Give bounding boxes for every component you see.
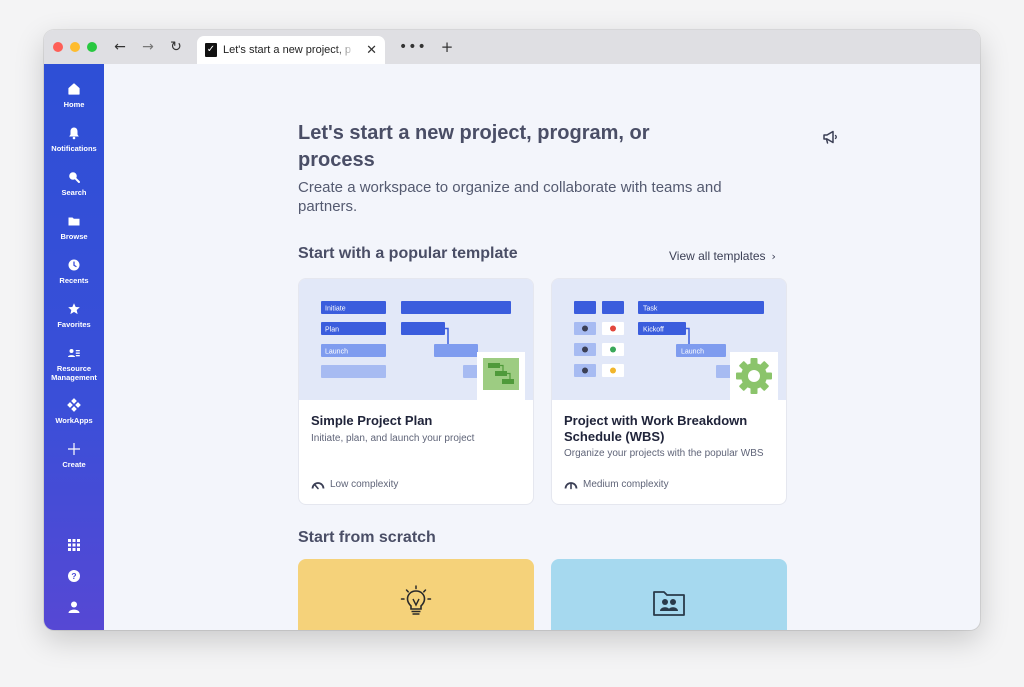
sidebar-item-workapps[interactable]: WorkApps	[44, 398, 104, 425]
help-icon: ?	[68, 570, 80, 582]
workapps-icon	[67, 398, 81, 412]
art-label-task: Task	[643, 306, 658, 313]
reload-icon[interactable]: ↻	[167, 38, 185, 56]
page-subtitle: Create a workspace to organize and colla…	[298, 179, 722, 215]
star-icon	[68, 303, 80, 315]
sidebar-item-label: Home	[63, 100, 85, 109]
page-title: Let's start a new project, program, or p…	[298, 122, 650, 171]
art-label-launch-wbs: Launch	[681, 349, 704, 356]
view-all-label: View all templates	[669, 249, 766, 263]
browser-titlebar: ← → ↻ ✓ Let's start a new project, p ✕ •…	[44, 30, 980, 64]
plus-icon	[68, 443, 80, 455]
gauge-medium-icon	[564, 481, 578, 489]
complexity-label: Low complexity	[330, 479, 399, 490]
scratch-card-process[interactable]	[298, 559, 534, 630]
browser-tab-active[interactable]: ✓ Let's start a new project, p ✕	[197, 36, 385, 64]
sidebar-item-label: Create	[62, 460, 86, 469]
sidebar-item-create[interactable]: Create	[44, 442, 104, 469]
apps-grid-icon	[68, 539, 80, 551]
sidebar-account[interactable]	[44, 600, 104, 614]
lightbulb-icon	[400, 585, 432, 615]
sidebar-item-search[interactable]: Search	[44, 170, 104, 197]
art-label-launch: Launch	[325, 349, 348, 356]
account-icon	[68, 601, 80, 613]
complexity-indicator: Low complexity	[311, 479, 398, 490]
search-icon	[69, 172, 80, 183]
complexity-label: Medium complexity	[583, 479, 669, 490]
tab-title: Let's start a new project, p	[223, 44, 352, 56]
bell-icon	[69, 127, 79, 140]
main-content: Let's start a new project, program, or p…	[104, 64, 980, 630]
close-window-button[interactable]	[53, 42, 63, 52]
browser-window: ← → ↻ ✓ Let's start a new project, p ✕ •…	[44, 30, 980, 630]
sidebar-item-label: Search	[61, 188, 87, 197]
sidebar-item-label: Notifications	[51, 144, 97, 153]
sidebar-item-recents[interactable]: Recents	[44, 258, 104, 285]
sidebar-item-label: Resource Management	[51, 364, 97, 382]
sidebar: Home Notifications Search Browse Recents…	[44, 64, 104, 630]
megaphone-icon[interactable]	[821, 128, 839, 146]
template-description: Organize your projects with the popular …	[564, 448, 764, 459]
gantt-illustration: Initiate Plan Launch	[299, 279, 533, 400]
art-label-kickoff: Kickoff	[643, 327, 664, 334]
maximize-window-button[interactable]	[87, 42, 97, 52]
popular-template-heading: Start with a popular template	[298, 245, 518, 262]
sidebar-apps-grid[interactable]	[44, 538, 104, 552]
back-icon[interactable]: ←	[111, 38, 129, 56]
art-label-plan: Plan	[325, 327, 339, 334]
template-card-wbs[interactable]: Task Kickoff Launch Project with Work Br…	[551, 278, 787, 505]
sidebar-item-notifications[interactable]: Notifications	[44, 126, 104, 153]
home-icon	[68, 83, 80, 95]
shared-folder-icon	[653, 591, 685, 616]
sidebar-item-resource-management[interactable]: Resource Management	[44, 346, 104, 382]
sidebar-item-label: WorkApps	[55, 416, 93, 425]
sidebar-item-favorites[interactable]: Favorites	[44, 302, 104, 329]
new-tab-icon[interactable]: +	[441, 38, 454, 56]
sidebar-item-browse[interactable]: Browse	[44, 214, 104, 241]
window-controls	[53, 42, 97, 52]
art-label-initiate: Initiate	[325, 306, 346, 313]
folder-icon	[68, 217, 80, 226]
template-title: Simple Project Plan	[311, 413, 433, 428]
minimize-window-button[interactable]	[70, 42, 80, 52]
more-tabs-icon[interactable]: •••	[399, 39, 427, 55]
svg-text:?: ?	[71, 571, 76, 581]
view-all-templates-link[interactable]: View all templates ›	[669, 249, 776, 263]
sidebar-item-label: Recents	[59, 276, 89, 285]
sidebar-item-label: Browse	[60, 232, 88, 241]
sidebar-item-home[interactable]: Home	[44, 82, 104, 109]
wbs-illustration: Task Kickoff Launch	[552, 279, 786, 400]
clock-icon	[68, 259, 80, 271]
gear-icon	[736, 358, 772, 394]
sidebar-item-label: Favorites	[57, 320, 91, 329]
smartsheet-favicon-icon: ✓	[205, 43, 217, 57]
people-icon	[68, 349, 80, 357]
complexity-indicator: Medium complexity	[564, 479, 669, 490]
close-tab-icon[interactable]: ✕	[366, 43, 377, 58]
chevron-right-icon: ›	[771, 250, 776, 263]
template-title: Project with Work Breakdown Schedule (WB…	[564, 413, 748, 444]
forward-icon[interactable]: →	[139, 38, 157, 56]
scratch-card-workspace[interactable]	[551, 559, 787, 630]
gauge-low-icon	[311, 481, 325, 489]
scratch-heading: Start from scratch	[298, 529, 436, 546]
template-description: Initiate, plan, and launch your project	[311, 433, 475, 444]
sidebar-help[interactable]: ?	[44, 569, 104, 583]
template-card-simple-project-plan[interactable]: Initiate Plan Launch Simple Project Plan	[298, 278, 534, 505]
